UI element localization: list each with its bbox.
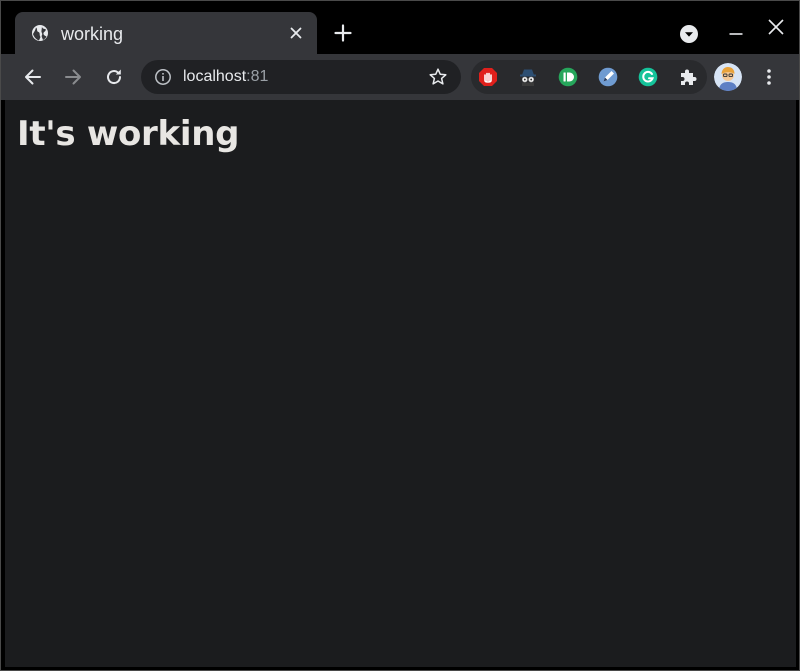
bookmark-star-icon[interactable] (428, 67, 448, 87)
url-text: localhost:81 (183, 68, 268, 86)
back-arrow-icon[interactable] (23, 67, 43, 87)
adblock-icon[interactable] (478, 67, 498, 87)
reload-icon[interactable] (104, 67, 124, 87)
profile-avatar[interactable] (714, 63, 742, 91)
page-heading: It's working (17, 114, 240, 154)
tab-active[interactable]: working (15, 12, 317, 54)
puzzle-extensions-icon[interactable] (678, 67, 698, 87)
close-tab-icon[interactable] (287, 24, 305, 42)
url-port: :81 (246, 68, 269, 85)
browser-toolbar: localhost:81 (1, 54, 799, 100)
address-bar[interactable]: localhost:81 (141, 60, 461, 94)
extensions-area (471, 60, 707, 94)
spy-agent-icon[interactable] (518, 67, 538, 87)
tab-search-icon[interactable] (679, 24, 699, 44)
close-window-icon[interactable] (767, 18, 785, 36)
more-menu-icon[interactable] (759, 67, 779, 87)
minimize-icon[interactable] (727, 25, 745, 43)
pen-extension-icon[interactable] (598, 67, 618, 87)
pushbullet-icon[interactable] (558, 67, 578, 87)
globe-icon (31, 24, 49, 42)
new-tab-plus-icon[interactable] (333, 23, 353, 43)
grammarly-icon[interactable] (638, 67, 658, 87)
browser-window: working localhost:81 It's working (0, 0, 800, 671)
tab-title: working (61, 24, 124, 44)
tab-strip: working (1, 1, 799, 54)
site-info-icon[interactable] (154, 68, 172, 86)
forward-arrow-icon[interactable] (63, 67, 83, 87)
page-viewport: It's working (5, 100, 796, 667)
url-host: localhost (183, 68, 247, 85)
